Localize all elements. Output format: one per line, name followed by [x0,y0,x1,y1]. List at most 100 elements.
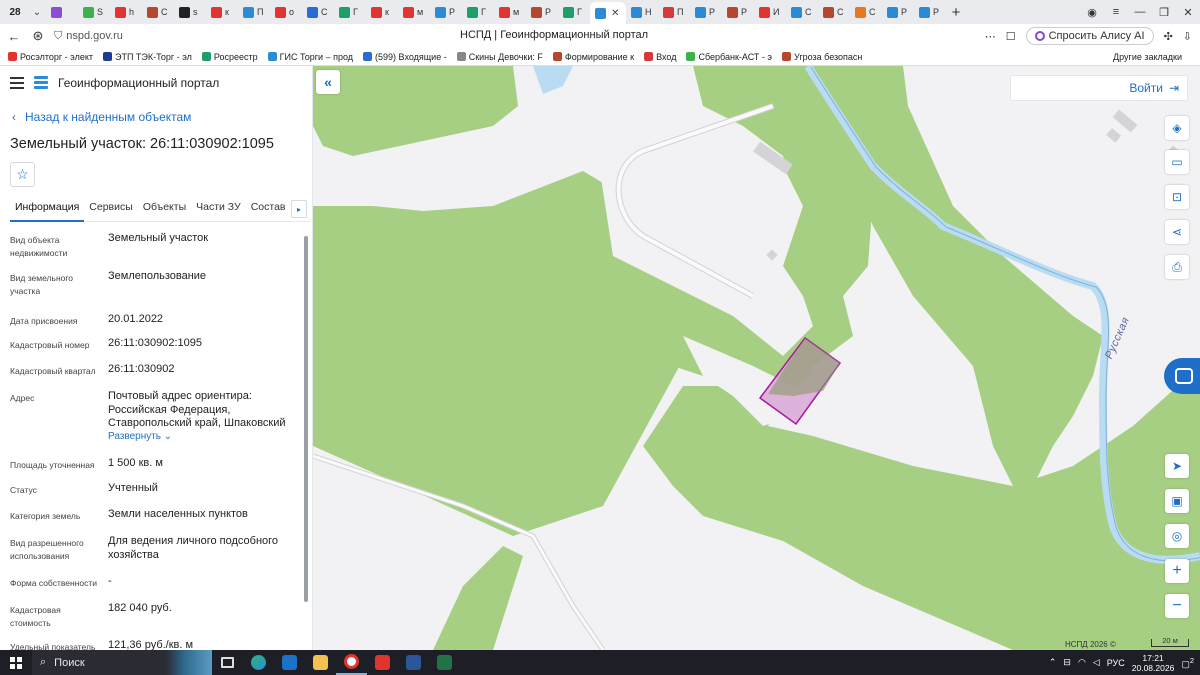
back-arrow-icon[interactable]: ← [4,29,24,44]
browser-tab[interactable]: м [398,2,430,22]
minimap-icon[interactable]: ▣ [1165,489,1189,513]
browser-tab[interactable]: Н [626,2,658,22]
language-indicator[interactable]: РУС [1107,658,1125,668]
bookmark-item[interactable]: Сбербанк-АСТ - э [686,52,772,62]
collapse-sidebar-button[interactable]: « [316,70,340,94]
tabs-scroll-right-icon[interactable]: ▸ [291,200,307,218]
print-icon[interactable]: ⎙ [1165,255,1189,279]
browser-tab[interactable]: С [818,2,850,22]
bookmark-item[interactable]: Формирование к [552,52,634,62]
yandex-browser-icon[interactable] [336,650,367,675]
tab-services[interactable]: Сервисы [84,198,138,222]
browser-tab[interactable]: Р [882,2,914,22]
location-pin-icon[interactable]: ◎ [1165,524,1189,548]
bookmark-item[interactable]: Скины Девочки: F [456,52,543,62]
browser-tab[interactable]: s [174,2,206,22]
browser-tab[interactable]: S [78,2,110,22]
browser-tab[interactable]: С [786,2,818,22]
bookmark-item[interactable]: Вход [644,52,676,62]
browser-tab[interactable]: Г [334,2,366,22]
tab-composition[interactable]: Состав [246,198,291,222]
bookmark-item[interactable]: ГИС Торги – прод [267,52,353,62]
browser-tab[interactable]: к [366,2,398,22]
browser-tab[interactable] [46,2,78,22]
word-icon[interactable] [398,650,429,675]
browser-tab[interactable]: о [270,2,302,22]
profile-icon[interactable]: ◉ [1080,6,1104,19]
map-view[interactable]: Русская « Войти ⇥ ◈ ▭ ⊡ ⋖ ⎙ ➤ ▣ ◎ + − НС… [313,66,1200,650]
minimize-icon[interactable]: — [1128,6,1152,18]
menu-icon[interactable]: ≡ [1104,6,1128,18]
bookmark-item[interactable]: Росэлторг - элект [8,52,93,62]
bookmark-item[interactable]: Росреестр [201,52,258,62]
browser-tab[interactable]: С [302,2,334,22]
tab-parts[interactable]: Части ЗУ [191,198,246,222]
other-bookmarks[interactable]: Другие закладки [1113,52,1182,62]
yandex-icon[interactable] [367,650,398,675]
tray-chevron-icon[interactable]: ⌃ [1049,657,1057,668]
bookmark-item[interactable]: ЭТП ТЭК-Торг - эл [102,52,192,62]
browser-tab[interactable]: С [142,2,174,22]
start-button[interactable] [0,656,32,669]
locate-icon[interactable]: ➤ [1165,454,1189,478]
yandex-home-icon[interactable]: ⊛ [28,28,48,44]
tab-info[interactable]: Информация [10,198,85,222]
login-button[interactable]: Войти ⇥ [1010,75,1188,101]
tab-count-button[interactable]: 28 [2,2,28,22]
zoom-in-button[interactable]: + [1165,559,1189,583]
active-tab[interactable]: ✕ [590,2,626,24]
browser-tab[interactable]: И [754,2,786,22]
browser-tab[interactable]: Г [558,2,590,22]
browser-tab[interactable]: С [850,2,882,22]
map-canvas[interactable] [313,66,1200,650]
ruler-icon[interactable]: ▭ [1165,150,1189,174]
tab-list-chevron-icon[interactable]: ⌄ [28,7,46,18]
favorite-star-button[interactable]: ☆ [10,162,35,187]
bookmark-item[interactable]: Угроза безопасн [782,52,862,62]
new-tab-button[interactable]: + [946,4,966,21]
expand-address-link[interactable]: Развернуть ⌄ [108,431,172,442]
sidebar-scrollbar[interactable] [304,236,308,602]
bookmark-item[interactable]: (599) Входящие - [363,52,447,62]
browser-tab[interactable]: к [206,2,238,22]
task-view-icon[interactable] [212,650,243,675]
browser-tab[interactable]: Р [690,2,722,22]
taskbar-search[interactable]: ⌕ Поиск [32,650,212,675]
close-tab-icon[interactable]: ✕ [611,8,619,19]
extensions-icon[interactable]: ✣ [1164,30,1173,43]
outlook-icon[interactable] [274,650,305,675]
network-icon[interactable]: ⊟ [1063,657,1071,668]
browser-tab[interactable]: м [494,2,526,22]
edge-icon[interactable] [243,650,274,675]
clock[interactable]: 17:21 20.08.2026 [1132,653,1175,673]
browser-tab[interactable]: Р [914,2,946,22]
browser-tab[interactable]: П [238,2,270,22]
notifications-icon[interactable]: ▢2 [1181,656,1194,670]
downloads-icon[interactable]: ⇩ [1183,30,1192,43]
more-dots-icon[interactable]: ⋯ [985,30,996,43]
tab-objects[interactable]: Объекты [138,198,191,222]
explorer-icon[interactable] [305,650,336,675]
volume-icon[interactable]: ◁ [1093,657,1100,668]
browser-tab[interactable]: Р [526,2,558,22]
select-area-icon[interactable]: ⊡ [1165,185,1189,209]
wifi-icon[interactable]: ◠ [1078,657,1086,668]
excel-icon[interactable] [429,650,460,675]
bookmark-icon[interactable]: ☐ [1006,30,1016,43]
browser-tab[interactable]: Р [430,2,462,22]
property-value: 26:11:030902:1095 [108,337,202,349]
browser-tab[interactable]: Г [462,2,494,22]
zoom-out-button[interactable]: − [1165,594,1189,618]
layers-icon[interactable]: ◈ [1165,116,1189,140]
browser-tab[interactable]: h [110,2,142,22]
assistant-button[interactable] [1164,358,1200,394]
browser-tab[interactable]: П [658,2,690,22]
maximize-icon[interactable]: ❐ [1152,6,1176,19]
back-to-results-link[interactable]: ‹ Назад к найденным объектам [12,110,191,124]
hamburger-menu-icon[interactable] [10,77,24,89]
share-icon[interactable]: ⋖ [1165,220,1189,244]
url-field[interactable]: ⛉ nspd.gov.ru [54,30,123,43]
ask-alice-button[interactable]: Спросить Алису AI [1025,27,1154,45]
browser-tab[interactable]: Р [722,2,754,22]
close-window-icon[interactable]: ✕ [1176,6,1200,19]
